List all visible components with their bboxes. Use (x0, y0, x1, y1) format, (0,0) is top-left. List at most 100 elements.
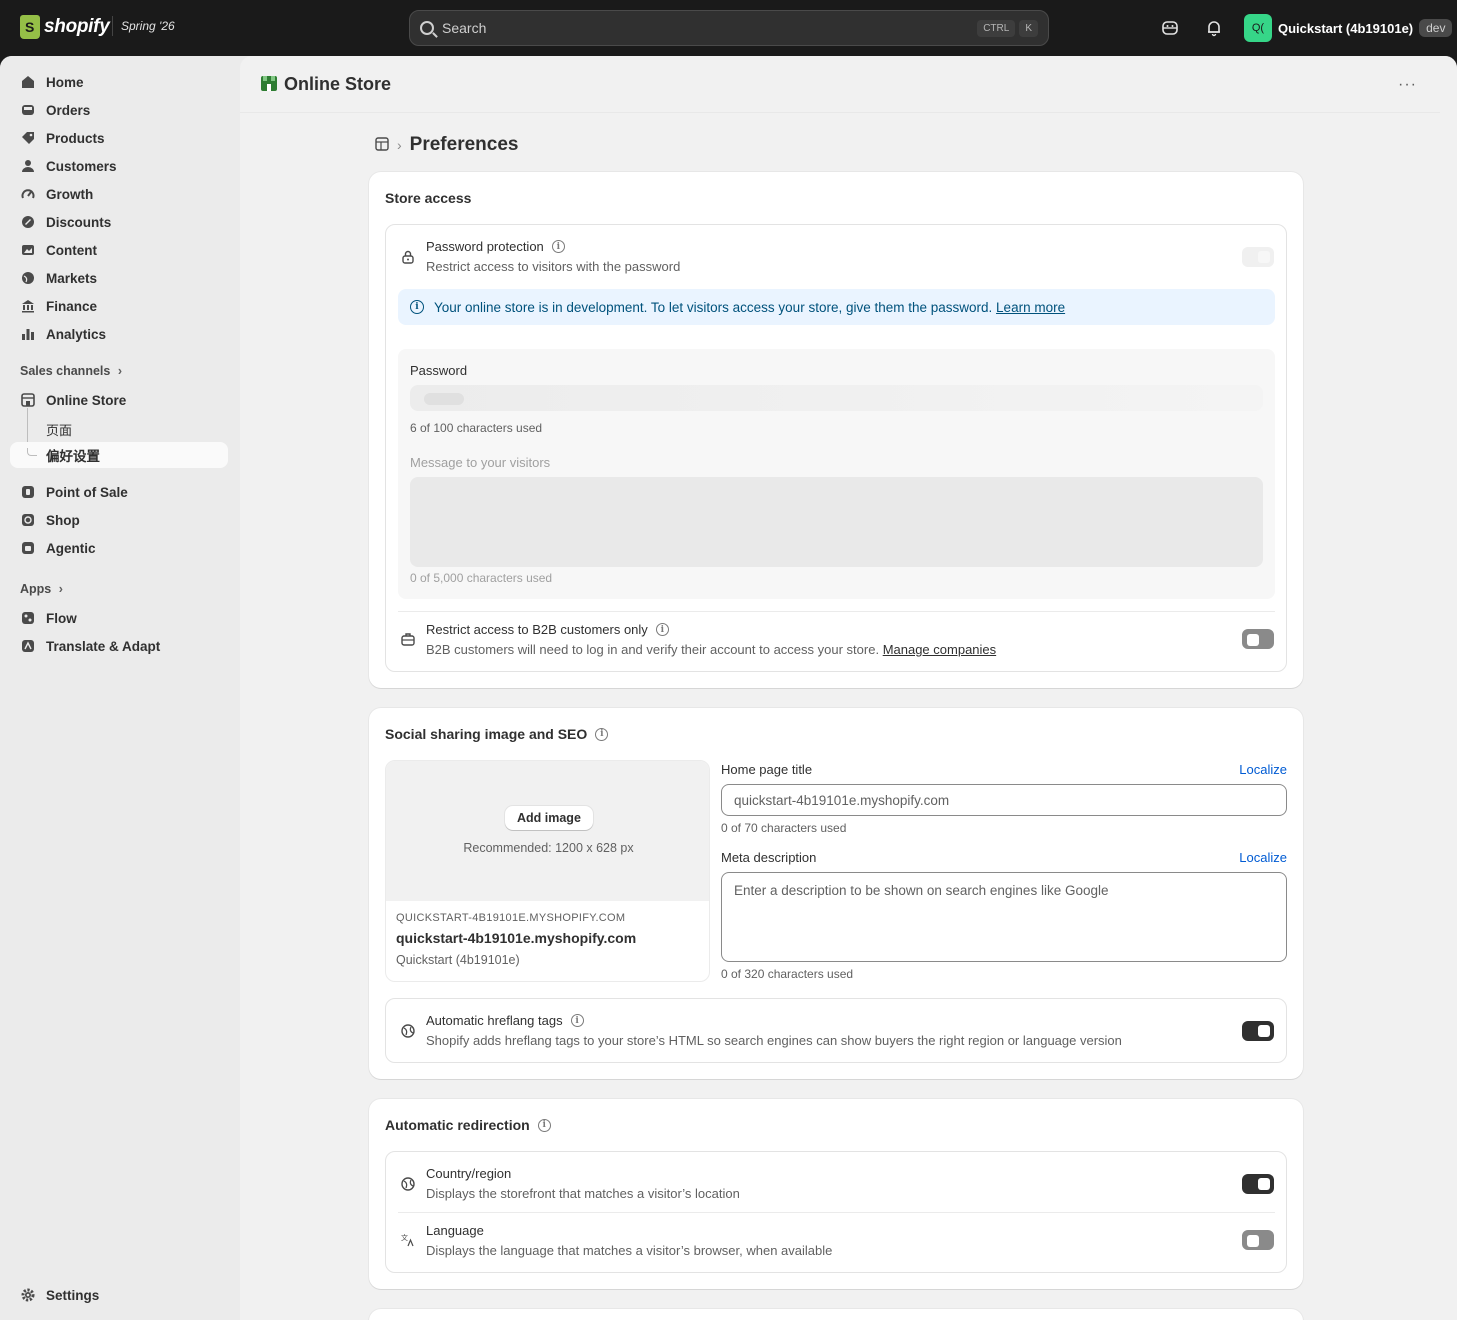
localize-title-link[interactable]: Localize (1239, 762, 1287, 777)
meta-description-label: Meta description (721, 850, 817, 865)
bar-chart-icon (20, 326, 36, 342)
sidebar-item-label: Home (46, 74, 84, 90)
sidebar-item-content[interactable]: Content (10, 237, 228, 263)
sidebar-item-label: Markets (46, 270, 98, 286)
message-textarea[interactable] (410, 477, 1263, 567)
chevron-right-icon: › (117, 364, 122, 378)
chevron-right-icon: › (397, 137, 402, 153)
sidebar-item-flow[interactable]: Flow (10, 605, 228, 631)
sidebar-item-home[interactable]: Home (10, 69, 228, 95)
country-redirect-title: Country/region (426, 1166, 512, 1181)
info-icon[interactable]: i (570, 1014, 584, 1027)
social-image-dropzone: Add image Recommended: 1200 x 628 px QUI… (385, 760, 710, 982)
sidebar-item-analytics[interactable]: Analytics (10, 321, 228, 347)
language-redirect-toggle[interactable] (1242, 1230, 1274, 1250)
globe-icon (400, 1176, 416, 1192)
password-protection-desc: Restrict access to visitors with the pas… (426, 259, 681, 274)
more-actions-button[interactable]: ··· (1398, 76, 1417, 94)
next-card (369, 1309, 1303, 1320)
meta-description-textarea[interactable]: Enter a description to be shown on searc… (721, 872, 1287, 962)
manage-companies-link[interactable]: Manage companies (883, 642, 996, 657)
sidebar-item-label: Orders (46, 102, 91, 118)
country-redirect-toggle[interactable] (1242, 1174, 1274, 1194)
language-redirect-desc: Displays the language that matches a vis… (426, 1243, 833, 1258)
inbox-icon (20, 102, 36, 118)
recommended-size: Recommended: 1200 x 628 px (463, 841, 634, 855)
search-bar[interactable]: Search CTRL K (409, 10, 1049, 46)
sidebar-item-label: Growth (46, 186, 94, 202)
info-icon[interactable]: i (551, 240, 565, 253)
storefront-breadcrumb-icon[interactable] (375, 136, 389, 154)
password-field[interactable] (410, 385, 1263, 411)
localize-meta-link[interactable]: Localize (1239, 850, 1287, 865)
info-icon[interactable]: i (595, 727, 609, 741)
translate-icon: 文 (400, 1232, 416, 1248)
sidebar-item-finance[interactable]: Finance (10, 293, 228, 319)
home-title-label: Home page title (721, 762, 813, 777)
sidebar-item-growth[interactable]: Growth (10, 181, 228, 207)
b2b-toggle[interactable] (1242, 629, 1274, 649)
shopify-bag-icon (20, 15, 40, 39)
development-banner: i Your online store is in development. T… (398, 289, 1275, 325)
search-placeholder: Search (442, 20, 487, 36)
sidebar-item-customers[interactable]: Customers (10, 153, 228, 179)
redirection-box: Country/region Displays the storefront t… (385, 1151, 1287, 1273)
sidebar-subitem-pages[interactable]: 页面 (46, 420, 72, 439)
info-icon[interactable]: i (537, 1118, 551, 1132)
image-placeholder[interactable]: Add image Recommended: 1200 x 628 px (386, 761, 709, 901)
sidebar-item-settings[interactable]: Settings (10, 1282, 99, 1308)
divider (398, 611, 1275, 612)
sidebar-item-point-of-sale[interactable]: Point of Sale (10, 479, 228, 505)
card-title: Store access (385, 190, 472, 206)
sidebar-subitem-preferences[interactable]: 偏好设置 (10, 442, 228, 468)
sidebar-item-shop[interactable]: Shop (10, 507, 228, 533)
preview-title: quickstart-4b19101e.myshopify.com (396, 930, 637, 946)
translate-icon (20, 638, 36, 654)
page-title: Preferences (409, 134, 519, 155)
hreflang-toggle[interactable] (1242, 1021, 1274, 1041)
apps-header[interactable]: Apps › (20, 582, 63, 596)
page-header: Online Store (260, 74, 391, 95)
sidebar-item-label: Shop (46, 512, 80, 528)
store-access-card: Store access Password protection i Restr… (369, 172, 1303, 688)
tag-icon (20, 130, 36, 146)
home-title-help: 0 of 70 characters used (721, 821, 847, 835)
storefront-icon (20, 392, 36, 408)
sales-channels-header[interactable]: Sales channels › (20, 364, 122, 378)
banner-text: Your online store is in development. To … (434, 300, 1065, 315)
bell-icon[interactable] (1204, 18, 1224, 38)
discount-icon (20, 214, 36, 230)
language-redirect-title: Language (426, 1223, 484, 1238)
country-redirect-desc: Displays the storefront that matches a v… (426, 1186, 740, 1201)
info-icon[interactable]: i (655, 623, 669, 636)
env-badge: dev (1419, 19, 1453, 37)
globe-icon (400, 1023, 416, 1039)
card-title: Automatic redirection i (385, 1117, 551, 1133)
sidebar-item-discounts[interactable]: Discounts (10, 209, 228, 235)
breadcrumb: › Preferences (375, 134, 518, 156)
home-title-input[interactable]: quickstart-4b19101e.myshopify.com (721, 784, 1287, 816)
home-icon (20, 74, 36, 90)
sidebar-item-products[interactable]: Products (10, 125, 228, 151)
learn-more-link[interactable]: Learn more (996, 300, 1065, 315)
shopify-logo[interactable]: shopify (20, 15, 110, 39)
meta-description-help: 0 of 320 characters used (721, 967, 854, 981)
pos-icon (20, 484, 36, 500)
sidebar-item-markets[interactable]: Markets (10, 265, 228, 291)
store-avatar: Q( (1244, 14, 1272, 42)
store-switcher[interactable]: Q( Quickstart (4b19101e) dev (1244, 14, 1453, 42)
sidekick-icon[interactable] (1160, 18, 1180, 38)
redirection-card: Automatic redirection i Country/region D… (369, 1099, 1303, 1289)
shop-icon (20, 512, 36, 528)
apps-label: Apps (20, 582, 52, 596)
season-label: Spring '26 (112, 16, 183, 36)
sidebar-item-translate-adapt[interactable]: Translate & Adapt (10, 633, 228, 659)
password-protection-toggle[interactable] (1242, 247, 1274, 267)
sidebar-item-online-store[interactable]: Online Store (10, 387, 228, 413)
sidebar-item-agentic[interactable]: Agentic (10, 535, 228, 561)
sidebar-item-orders[interactable]: Orders (10, 97, 228, 123)
preview-url: QUICKSTART-4B19101E.MYSHOPIFY.COM (396, 912, 626, 924)
hreflang-desc: Shopify adds hreflang tags to your store… (426, 1033, 1122, 1048)
add-image-button[interactable]: Add image (505, 806, 593, 830)
svg-text:文: 文 (401, 1233, 408, 1242)
